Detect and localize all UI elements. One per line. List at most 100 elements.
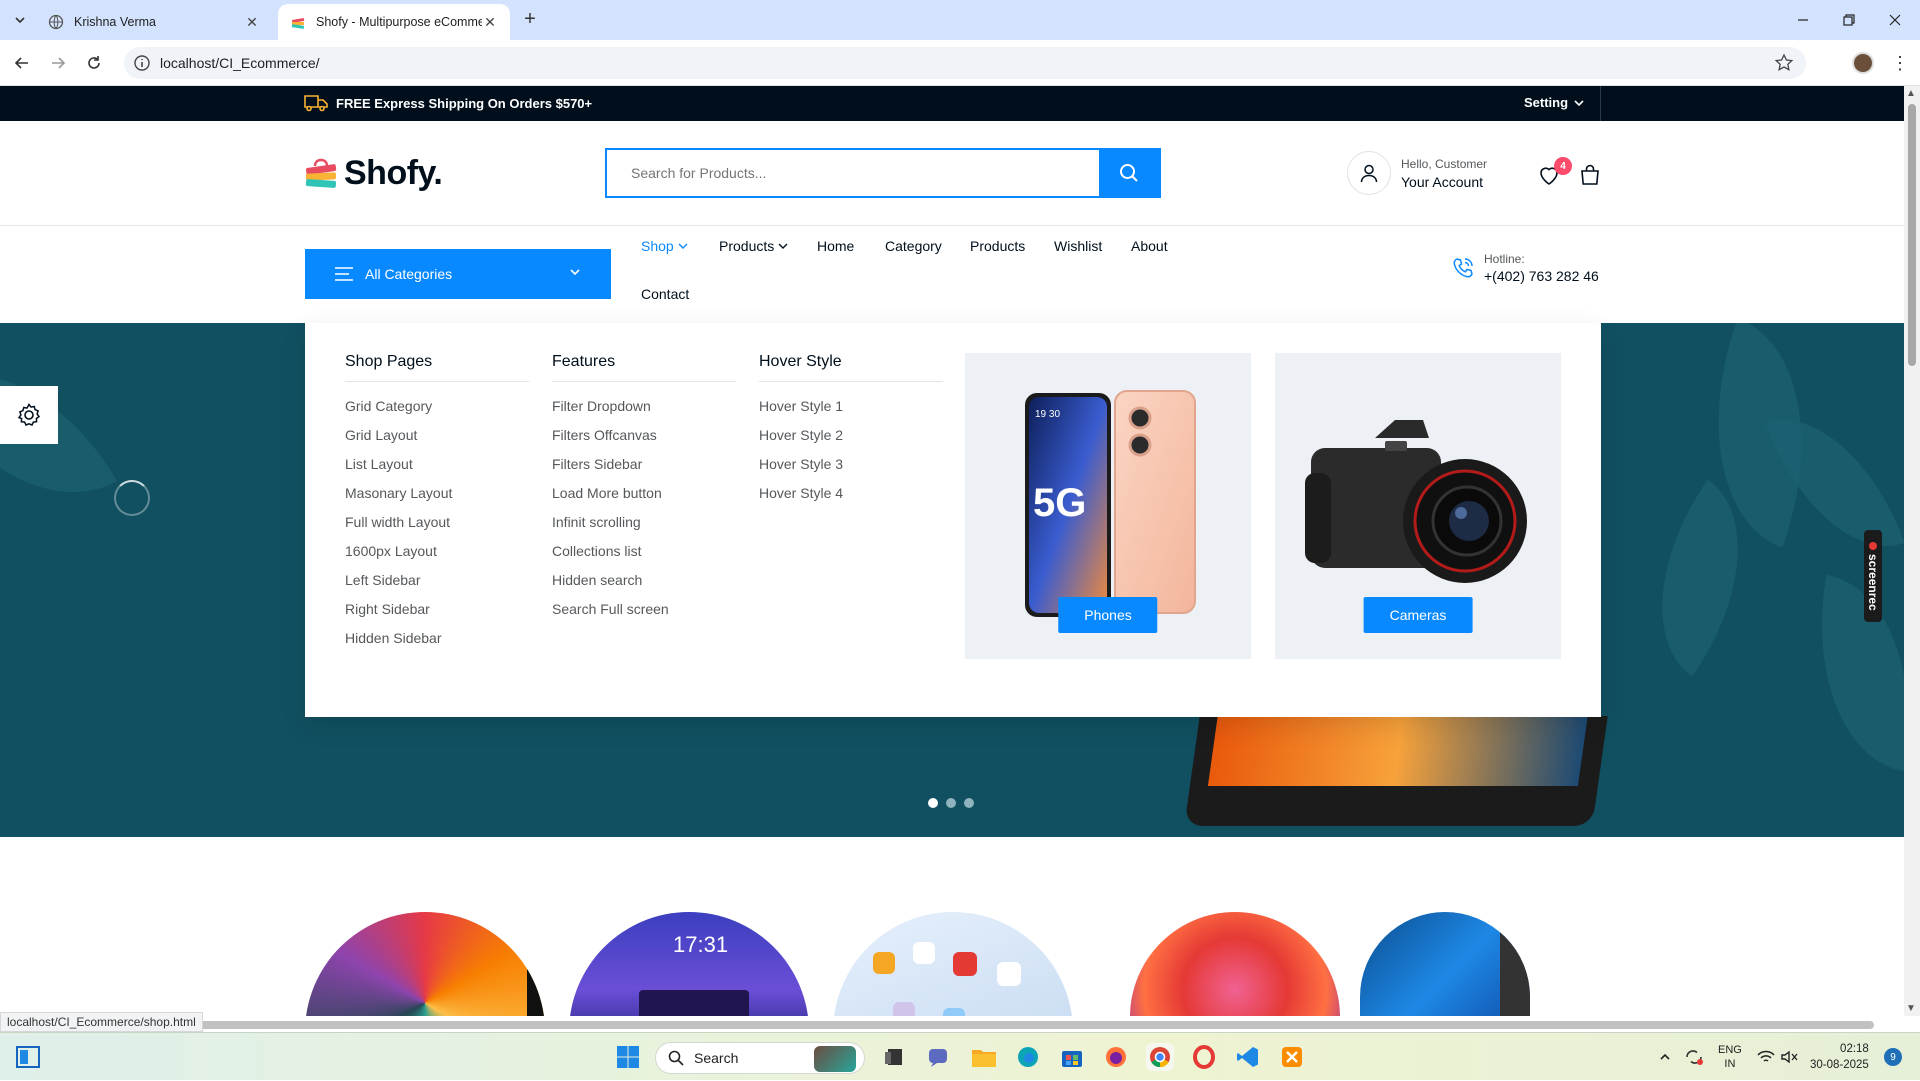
teams-icon[interactable] <box>925 1043 953 1071</box>
vertical-scrollbar-thumb[interactable] <box>1908 104 1916 366</box>
category-image-tv[interactable] <box>305 912 545 1016</box>
slider-dot-1[interactable] <box>928 798 938 808</box>
cart-bag-icon[interactable] <box>1578 163 1602 187</box>
mega-link[interactable]: List Layout <box>345 456 529 485</box>
mega-card-cameras[interactable]: Cameras <box>1275 353 1561 659</box>
restore-button[interactable] <box>1826 0 1872 40</box>
mega-link[interactable]: Hidden search <box>552 572 736 601</box>
forward-button[interactable] <box>46 51 70 75</box>
mega-link[interactable]: Infinit scrolling <box>552 514 736 543</box>
wifi-icon[interactable] <box>1754 1043 1778 1071</box>
cameras-button[interactable]: Cameras <box>1363 597 1473 633</box>
mega-link[interactable]: 1600px Layout <box>345 543 529 572</box>
notification-badge[interactable]: 9 <box>1884 1048 1902 1066</box>
mega-link[interactable]: Hover Style 4 <box>759 485 943 514</box>
sync-status-icon[interactable] <box>1682 1043 1706 1071</box>
reload-button[interactable] <box>82 51 106 75</box>
nav-item-shop[interactable]: Shop <box>641 238 688 254</box>
slider-dot-2[interactable] <box>946 798 956 808</box>
xampp-icon[interactable] <box>1278 1043 1306 1071</box>
site-info-icon[interactable] <box>132 53 152 73</box>
record-dot-icon <box>1869 541 1877 550</box>
main-navigation: All Categories Shop Products Home Catego… <box>0 226 1904 323</box>
tab-search-button[interactable] <box>8 8 32 32</box>
scroll-down-arrow-icon[interactable]: ▼ <box>1906 1003 1916 1014</box>
mega-link[interactable]: Right Sidebar <box>345 601 529 630</box>
browser-menu-icon[interactable]: ⋮ <box>1890 52 1910 74</box>
horizontal-scrollbar[interactable] <box>196 1021 1874 1029</box>
account-link[interactable]: Hello, Customer Your Account <box>1347 151 1487 195</box>
profile-avatar[interactable] <box>1852 52 1874 74</box>
mega-link[interactable]: Hover Style 3 <box>759 456 943 485</box>
search-input[interactable] <box>607 150 1099 196</box>
browser-tab-shofy[interactable]: Shofy - Multipurpose eCommer ✕ <box>278 4 510 40</box>
address-bar[interactable]: localhost/CI_Ecommerce/ <box>124 47 1806 79</box>
mega-link[interactable]: Grid Category <box>345 398 529 427</box>
mega-link[interactable]: Grid Layout <box>345 427 529 456</box>
mega-link[interactable]: Search Full screen <box>552 601 736 630</box>
firefox-icon[interactable] <box>1102 1043 1130 1071</box>
hero-tablet-image <box>1184 716 1608 826</box>
browser-tab-krishna[interactable]: Krishna Verma ✕ <box>36 4 272 40</box>
chrome-icon[interactable] <box>1146 1043 1174 1071</box>
minimize-button[interactable] <box>1780 0 1826 40</box>
mega-link[interactable]: Filter Dropdown <box>552 398 736 427</box>
mega-link[interactable]: Load More button <box>552 485 736 514</box>
bookmark-star-icon[interactable] <box>1774 53 1794 73</box>
nav-item-contact[interactable]: Contact <box>641 286 689 302</box>
screenrec-widget[interactable]: screenrec <box>1864 530 1882 622</box>
language-indicator[interactable]: ENG IN <box>1718 1033 1742 1081</box>
volume-muted-icon[interactable] <box>1778 1043 1802 1071</box>
category-image-laptop[interactable] <box>1360 912 1530 1016</box>
file-explorer-icon[interactable] <box>970 1043 998 1071</box>
site-logo[interactable]: Shofy. <box>304 154 443 193</box>
setting-dropdown[interactable]: Setting <box>1524 95 1584 110</box>
tab-title: Shofy - Multipurpose eCommer <box>316 15 482 29</box>
mega-card-phones[interactable]: 19 30 5G Phones <box>965 353 1251 659</box>
store-glyph <box>1062 1051 1082 1067</box>
all-categories-button[interactable]: All Categories <box>305 249 611 299</box>
task-view-icon[interactable] <box>880 1043 908 1071</box>
opera-icon[interactable] <box>1190 1043 1218 1071</box>
mega-link[interactable]: Masonary Layout <box>345 485 529 514</box>
back-button[interactable] <box>10 51 34 75</box>
nav-item-home[interactable]: Home <box>817 238 854 254</box>
mega-link[interactable]: Collections list <box>552 543 736 572</box>
app-icon <box>953 952 977 976</box>
taskbar-clock[interactable]: 02:18 30-08-2025 <box>1810 1041 1869 1073</box>
settings-toggle-button[interactable] <box>0 386 58 444</box>
category-image-monitor[interactable] <box>1130 912 1340 1016</box>
mega-link[interactable]: Left Sidebar <box>345 572 529 601</box>
widgets-icon[interactable] <box>14 1043 42 1071</box>
hotline-number[interactable]: +(402) 763 282 46 <box>1484 268 1599 284</box>
category-image-ipad[interactable] <box>833 912 1073 1016</box>
show-hidden-icons-chevron-icon[interactable] <box>1656 1043 1674 1071</box>
vscode-icon[interactable] <box>1234 1043 1262 1071</box>
nav-item-category[interactable]: Category <box>885 238 942 254</box>
phones-button[interactable]: Phones <box>1058 597 1158 633</box>
scroll-up-arrow-icon[interactable]: ▲ <box>1906 88 1916 99</box>
start-button[interactable] <box>614 1043 642 1071</box>
task-view-glyph <box>885 1049 902 1065</box>
mega-link[interactable]: Filters Sidebar <box>552 456 736 485</box>
category-image-tablet[interactable]: 17:31 <box>569 912 809 1016</box>
edge-icon[interactable] <box>1014 1043 1042 1071</box>
mega-link[interactable]: Hover Style 1 <box>759 398 943 427</box>
new-tab-button[interactable]: + <box>520 9 540 30</box>
mega-link[interactable]: Hidden Sidebar <box>345 630 529 659</box>
nav-item-label: Products <box>970 238 1026 254</box>
mega-link[interactable]: Hover Style 2 <box>759 427 943 456</box>
close-window-button[interactable] <box>1872 0 1918 40</box>
close-tab-icon[interactable]: ✕ <box>244 14 260 30</box>
nav-item-products-dropdown[interactable]: Products <box>719 238 788 254</box>
taskbar-search[interactable]: Search <box>655 1042 865 1074</box>
mega-link[interactable]: Filters Offcanvas <box>552 427 736 456</box>
close-tab-icon[interactable]: ✕ <box>482 14 498 30</box>
nav-item-about[interactable]: About <box>1131 238 1168 254</box>
nav-item-products[interactable]: Products <box>970 238 1025 254</box>
mega-link[interactable]: Full width Layout <box>345 514 529 543</box>
search-button[interactable] <box>1099 150 1159 196</box>
store-icon[interactable] <box>1058 1043 1086 1071</box>
nav-item-wishlist[interactable]: Wishlist <box>1054 238 1102 254</box>
slider-dot-3[interactable] <box>964 798 974 808</box>
